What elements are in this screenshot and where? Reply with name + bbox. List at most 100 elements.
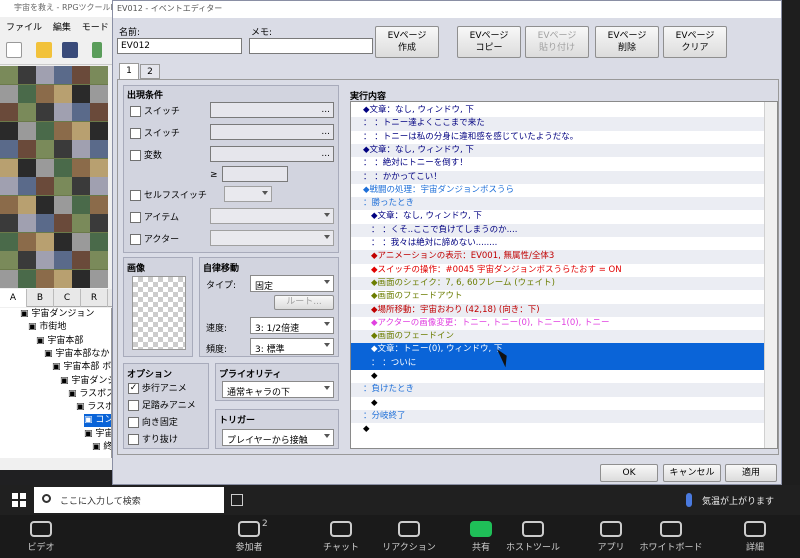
ev-page-copy-button[interactable]: EVページ コピー — [457, 26, 521, 58]
tile[interactable] — [54, 232, 72, 251]
variable-value-stepper[interactable] — [222, 166, 288, 182]
tile[interactable] — [36, 121, 54, 140]
weather-text[interactable]: 気温が上がります — [702, 494, 774, 507]
direction-fix-checkbox[interactable] — [128, 417, 139, 428]
page-tab-1[interactable]: 1 — [119, 63, 139, 79]
self-switch-dropdown[interactable] — [224, 186, 272, 202]
tile[interactable] — [90, 214, 108, 232]
apply-button[interactable]: 適用 — [725, 464, 777, 482]
tile[interactable] — [18, 214, 36, 232]
zoom-item-shield[interactable]: ホストツール — [498, 515, 568, 558]
priority-select[interactable]: 通常キャラの下 — [222, 381, 334, 398]
event-command-line[interactable]: ◆アニメーションの表示：EV001, 無属性/全体3 — [351, 250, 765, 264]
save-icon[interactable] — [62, 42, 78, 58]
frequency-select[interactable]: 3: 標準 — [250, 338, 334, 355]
tile[interactable] — [54, 121, 72, 140]
event-command-line[interactable]: ： ：ついに — [351, 356, 765, 370]
variable-checkbox[interactable] — [130, 150, 141, 161]
switch2-field[interactable]: ... — [210, 124, 334, 140]
zoom-item-reaction[interactable]: リアクション — [374, 515, 444, 558]
cut-icon[interactable] — [92, 42, 102, 58]
tile[interactable] — [0, 121, 18, 140]
tile[interactable] — [0, 251, 18, 269]
event-command-line[interactable]: ： ：トニー達よくここまで来た — [351, 117, 765, 131]
tile[interactable] — [36, 103, 54, 121]
tile[interactable] — [54, 195, 72, 214]
tile-tab-c[interactable]: C — [54, 289, 81, 307]
tile[interactable] — [90, 232, 108, 251]
actor-checkbox[interactable] — [130, 234, 141, 245]
movement-type-select[interactable]: 固定 — [250, 275, 334, 292]
tile[interactable] — [72, 158, 90, 177]
tile[interactable] — [72, 177, 90, 195]
tile[interactable] — [36, 269, 54, 288]
image-preview[interactable] — [132, 276, 186, 350]
event-command-line[interactable]: ：分岐終了 — [351, 409, 765, 424]
tile[interactable] — [54, 251, 72, 269]
switch1-field[interactable]: ... — [210, 102, 334, 118]
tile[interactable] — [18, 158, 36, 177]
zoom-item-video[interactable]: ビデオ — [6, 515, 76, 558]
tile[interactable] — [54, 269, 72, 288]
tile-tab-b[interactable]: B — [27, 289, 54, 307]
tile[interactable] — [72, 103, 90, 121]
tile[interactable] — [0, 177, 18, 195]
tile[interactable] — [18, 251, 36, 269]
tile[interactable] — [18, 269, 36, 288]
task-view-icon[interactable] — [231, 494, 243, 506]
tile[interactable] — [0, 84, 18, 103]
menu-edit[interactable]: 編集 — [53, 23, 71, 33]
tile[interactable] — [18, 66, 36, 84]
tile[interactable] — [18, 84, 36, 103]
tile[interactable] — [72, 121, 90, 140]
event-command-line[interactable]: ◆文章：なし, ウィンドウ, 下 — [351, 143, 765, 158]
event-command-line[interactable]: ◆場所移動：宇宙おわり (42,18) (向き：下) — [351, 303, 765, 317]
event-command-line[interactable]: ： ：かかってこい！ — [351, 170, 765, 184]
tile[interactable] — [18, 103, 36, 121]
tile[interactable] — [54, 177, 72, 195]
event-command-line[interactable]: ◆戦闘の処理：宇宙ダンジョンボスうら — [351, 184, 765, 197]
map-tree-item[interactable]: ▣ 宇宙ダンジ — [60, 375, 111, 388]
map-tree-item[interactable]: ▣ ラスボス — [68, 388, 111, 401]
event-command-line[interactable]: ◆ — [351, 423, 765, 436]
new-file-icon[interactable] — [6, 42, 22, 58]
tile[interactable] — [72, 251, 90, 269]
tile[interactable] — [72, 84, 90, 103]
tile[interactable] — [90, 158, 108, 177]
tile[interactable] — [36, 232, 54, 251]
event-command-line[interactable]: ◆アクターの画像変更：トニー, トニー(0), トニー1(0), トニー — [351, 317, 765, 330]
tile[interactable] — [0, 269, 18, 288]
tile[interactable] — [90, 195, 108, 214]
tile[interactable] — [90, 84, 108, 103]
tile[interactable] — [54, 214, 72, 232]
tile[interactable] — [90, 177, 108, 195]
tile[interactable] — [36, 177, 54, 195]
item-dropdown[interactable] — [210, 208, 334, 224]
memo-input[interactable] — [249, 38, 373, 54]
actor-dropdown[interactable] — [210, 230, 334, 246]
ev-page-paste-button[interactable]: EVページ 貼り付け — [525, 26, 589, 58]
map-tree-item[interactable]: ▣ ラスボス — [76, 401, 111, 414]
tile[interactable] — [18, 177, 36, 195]
tile[interactable] — [0, 214, 18, 232]
event-command-line[interactable]: ◆画面のシェイク：7, 6, 60フレーム (ウェイト) — [351, 276, 765, 291]
tile[interactable] — [72, 195, 90, 214]
event-command-line[interactable]: ◆スイッチの操作：#0045 宇宙ダンジョンボスうらたおす = ON — [351, 264, 765, 277]
map-tree[interactable]: ▣ 宇宙ダンジョン ▣ 市街地 ▣ 宇宙本部 ▣ 宇宙本部なか ▣ 宇宙本部 ボ ▣ 宇宙… — [0, 308, 112, 458]
tile[interactable] — [0, 103, 18, 121]
event-command-line[interactable]: ◆画面のフェードイン — [351, 330, 765, 344]
speed-select[interactable]: 3: 1/2倍速 — [250, 317, 334, 334]
name-input[interactable]: EV012 — [117, 38, 242, 54]
through-checkbox[interactable] — [128, 434, 139, 445]
tile[interactable] — [0, 232, 18, 251]
event-command-line[interactable]: ：勝ったとき — [351, 197, 765, 211]
tile[interactable] — [18, 121, 36, 140]
tile[interactable] — [90, 66, 108, 84]
tile[interactable] — [0, 66, 18, 84]
event-command-line[interactable]: ◆ — [351, 397, 765, 410]
event-command-line[interactable]: ◆ — [351, 370, 765, 383]
tile[interactable] — [54, 103, 72, 121]
tile[interactable] — [0, 158, 18, 177]
tile[interactable] — [90, 103, 108, 121]
tile[interactable] — [36, 66, 54, 84]
